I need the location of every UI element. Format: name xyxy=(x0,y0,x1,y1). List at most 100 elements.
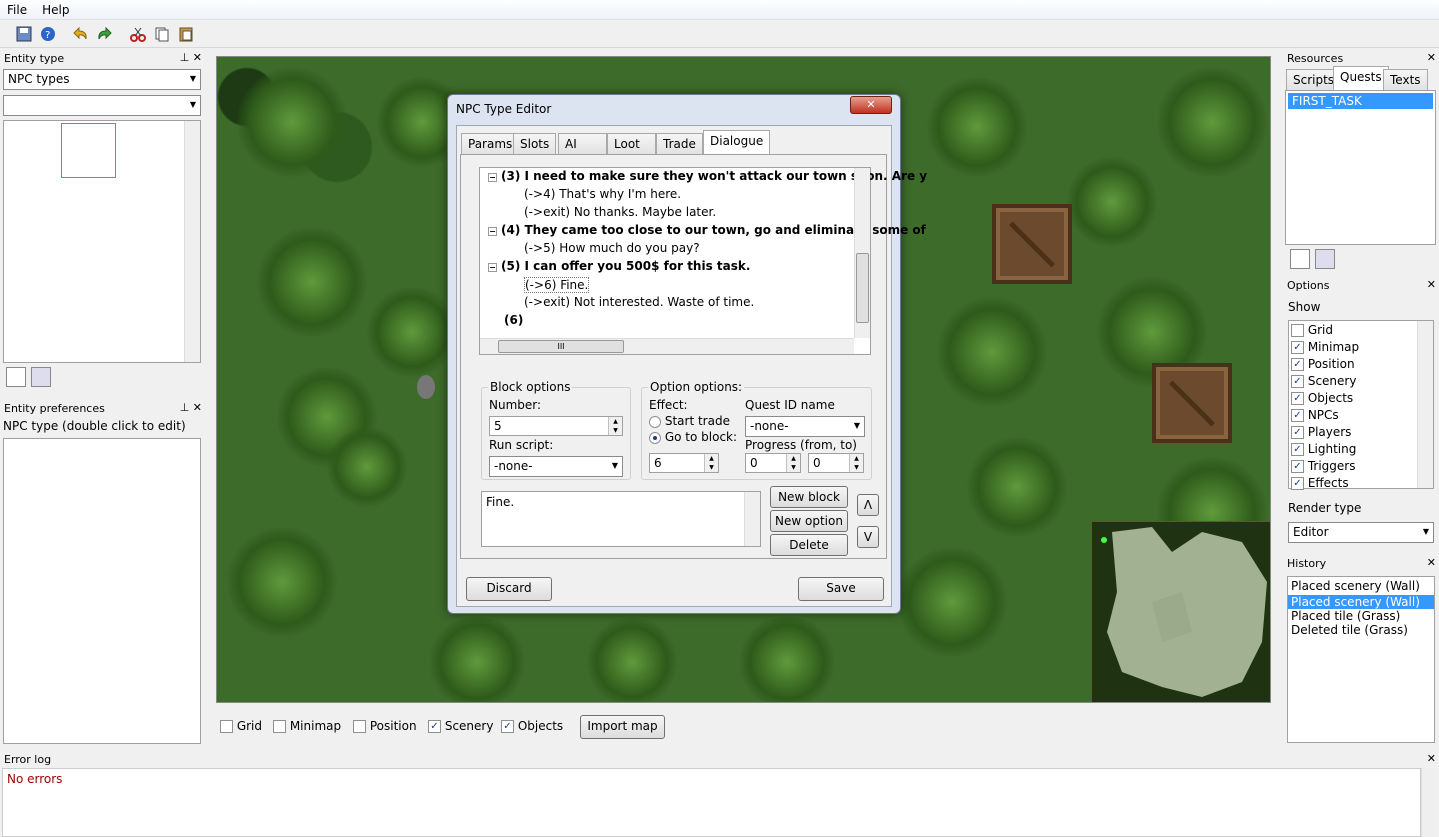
go-to-block-option[interactable]: Go to block: xyxy=(649,430,737,444)
delete-button[interactable]: Delete xyxy=(770,534,848,556)
option-npcs-row[interactable]: ✓ NPCs xyxy=(1291,408,1339,422)
grid-checkbox[interactable] xyxy=(220,720,233,733)
new-option-button[interactable]: New option xyxy=(770,510,848,532)
option-minimap-row[interactable]: ✓ Minimap xyxy=(1291,340,1359,354)
paste-icon[interactable] xyxy=(176,24,196,44)
option-effects-checkbox[interactable]: ✓ xyxy=(1291,477,1304,490)
option-objects-row[interactable]: ✓ Objects xyxy=(1291,391,1353,405)
scroll-thumb[interactable]: III xyxy=(498,340,624,353)
tab-dialogue[interactable]: Dialogue xyxy=(703,130,771,155)
tab-loot[interactable]: Loot xyxy=(607,133,656,155)
quests-list[interactable]: FIRST_TASK xyxy=(1285,90,1436,245)
dialogue-tree[interactable]: − (3) I need to make sure they won't atta… xyxy=(479,167,927,355)
tree-node[interactable]: − (5) I can offer you 500$ for this task. xyxy=(488,259,750,273)
close-icon[interactable]: ✕ xyxy=(1427,51,1436,64)
dock-pin-close-icon[interactable]: ⊥ ✕ xyxy=(180,401,202,414)
start-trade-option[interactable]: Start trade xyxy=(649,414,730,428)
option-lighting-checkbox[interactable]: ✓ xyxy=(1291,443,1304,456)
close-icon[interactable]: ✕ xyxy=(1427,278,1436,291)
run-script-combo[interactable]: -none- ▼ xyxy=(489,456,623,477)
list-item[interactable]: Placed scenery (Wall) xyxy=(1288,577,1434,595)
redo-icon[interactable] xyxy=(95,24,115,44)
option-triggers-checkbox[interactable]: ✓ xyxy=(1291,460,1304,473)
save-icon[interactable] xyxy=(14,24,34,44)
import-map-button[interactable]: Import map xyxy=(580,715,665,739)
option-players-checkbox[interactable]: ✓ xyxy=(1291,426,1304,439)
new-block-button[interactable]: New block xyxy=(770,486,848,508)
entity-prefs-list[interactable] xyxy=(3,438,201,744)
entity-list[interactable] xyxy=(3,120,201,363)
save-entity-icon[interactable] xyxy=(31,367,51,387)
option-position-row[interactable]: ✓ Position xyxy=(1291,357,1355,371)
collapse-icon[interactable]: − xyxy=(488,227,497,236)
tab-trade[interactable]: Trade xyxy=(656,133,703,155)
new-resource-icon[interactable] xyxy=(1290,249,1310,269)
save-button[interactable]: Save xyxy=(798,577,884,601)
entity-subtype-combo[interactable]: ▼ xyxy=(3,95,201,116)
dock-pin-close-icon[interactable]: ⊥ ✕ xyxy=(180,51,202,64)
option-scenery-row[interactable]: ✓ Scenery xyxy=(1291,374,1356,388)
error-log-scrollbar[interactable] xyxy=(1421,768,1437,837)
option-minimap-checkbox[interactable]: ✓ xyxy=(1291,341,1304,354)
close-icon[interactable]: ✕ xyxy=(850,96,892,114)
tree-node[interactable]: (->5) How much do you pay? xyxy=(524,241,700,255)
option-npcs-checkbox[interactable]: ✓ xyxy=(1291,409,1304,422)
option-triggers-row[interactable]: ✓ Triggers xyxy=(1291,459,1355,473)
start-trade-radio[interactable] xyxy=(649,415,661,428)
scenery-checkbox[interactable]: ✓ xyxy=(428,720,441,733)
progress-to-spinbox[interactable]: 0 ▲ ▼ xyxy=(808,453,864,473)
save-resource-icon[interactable] xyxy=(1315,249,1335,269)
menu-help[interactable]: Help xyxy=(35,0,77,17)
tree-v-scrollbar[interactable] xyxy=(854,168,870,338)
entity-list-scrollbar[interactable] xyxy=(184,121,200,362)
option-players-row[interactable]: ✓ Players xyxy=(1291,425,1351,439)
undo-icon[interactable] xyxy=(70,24,90,44)
quest-id-combo[interactable]: -none- ▼ xyxy=(745,416,865,437)
objects-checkbox[interactable]: ✓ xyxy=(501,720,514,733)
go-to-block-spinbox[interactable]: 6 ▲ ▼ xyxy=(649,453,719,473)
tab-texts[interactable]: Texts xyxy=(1383,69,1428,91)
collapse-icon[interactable]: − xyxy=(488,173,497,182)
option-position-checkbox[interactable]: ✓ xyxy=(1291,358,1304,371)
list-item[interactable]: Placed tile (Grass) xyxy=(1288,609,1434,623)
options-scrollbar[interactable] xyxy=(1417,321,1433,488)
cut-icon[interactable] xyxy=(128,24,148,44)
tree-node[interactable]: (6) xyxy=(504,313,523,327)
menu-file[interactable]: File xyxy=(0,0,35,17)
render-type-combo[interactable]: Editor ▼ xyxy=(1288,522,1434,543)
option-text-area[interactable]: Fine. xyxy=(481,491,761,547)
move-down-button[interactable]: V xyxy=(857,526,879,548)
tab-slots[interactable]: Slots xyxy=(513,133,557,155)
tree-node[interactable]: (->4) That's why I'm here. xyxy=(524,187,681,201)
entity-type-combo[interactable]: NPC types ▼ xyxy=(3,69,201,90)
entity-thumbnail[interactable] xyxy=(61,123,116,178)
history-list[interactable]: Placed scenery (Wall) Placed scenery (Wa… xyxy=(1287,576,1435,743)
go-to-block-radio[interactable] xyxy=(649,431,661,444)
list-item[interactable]: Deleted tile (Grass) xyxy=(1288,623,1434,637)
tab-params[interactable]: Params xyxy=(461,133,520,155)
tab-ai[interactable]: AI xyxy=(558,133,607,155)
copy-icon[interactable] xyxy=(152,24,172,44)
option-objects-checkbox[interactable]: ✓ xyxy=(1291,392,1304,405)
collapse-icon[interactable]: − xyxy=(488,263,497,272)
tree-h-scrollbar[interactable]: III xyxy=(480,338,854,354)
help-icon[interactable]: ? xyxy=(38,24,58,44)
text-scrollbar[interactable] xyxy=(744,492,760,546)
minimap-checkbox[interactable] xyxy=(273,720,286,733)
option-effects-row[interactable]: ✓ Effects xyxy=(1291,476,1349,490)
tree-node[interactable]: (->6) Fine. xyxy=(524,277,590,293)
number-spinbox[interactable]: 5 ▲ ▼ xyxy=(489,416,623,436)
tree-node[interactable]: (->exit) No thanks. Maybe later. xyxy=(524,205,716,219)
option-scenery-checkbox[interactable]: ✓ xyxy=(1291,375,1304,388)
tree-node[interactable]: (->exit) Not interested. Waste of time. xyxy=(524,295,754,309)
new-entity-icon[interactable] xyxy=(6,367,26,387)
option-grid-row[interactable]: Grid xyxy=(1291,323,1333,337)
close-icon[interactable]: ✕ xyxy=(1427,752,1436,765)
progress-from-spinbox[interactable]: 0 ▲ ▼ xyxy=(745,453,801,473)
list-item[interactable]: FIRST_TASK xyxy=(1288,93,1433,109)
move-up-button[interactable]: Λ xyxy=(857,494,879,516)
position-checkbox[interactable] xyxy=(353,720,366,733)
close-icon[interactable]: ✕ xyxy=(1427,556,1436,569)
discard-button[interactable]: Discard xyxy=(466,577,552,601)
option-grid-checkbox[interactable] xyxy=(1291,324,1304,337)
